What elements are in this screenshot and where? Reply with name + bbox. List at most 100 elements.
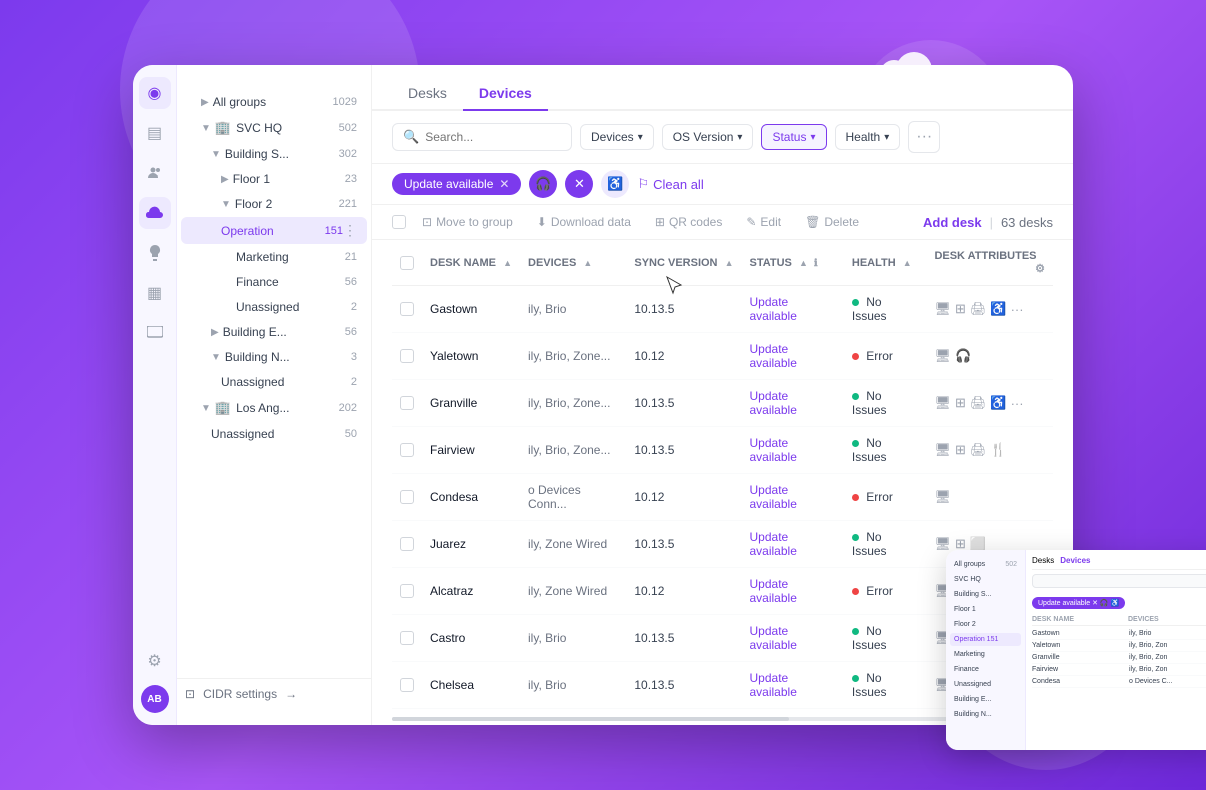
attr-icons: 🖥 ⊞ 🖨 ♿ ···	[934, 395, 1045, 411]
nav-icon-lightbulb[interactable]	[139, 237, 171, 269]
nav-floor2[interactable]: ▼ Floor 2 221	[181, 192, 367, 216]
mini-tabs: Desks Devices	[1032, 556, 1206, 570]
attr-icons: 🖥	[934, 489, 1045, 505]
row-checkbox[interactable]	[400, 584, 414, 598]
nav-all-groups[interactable]: ▶ All groups 1029	[181, 90, 367, 114]
search-box[interactable]: 🔍	[392, 123, 572, 151]
row-health: No Issues	[844, 427, 927, 474]
nav-unassigned-2[interactable]: Unassigned 2	[181, 370, 367, 394]
more-options-btn[interactable]: ···	[908, 121, 940, 153]
row-status: Update available	[742, 662, 844, 709]
filter-os-btn[interactable]: OS Version ▾	[662, 124, 754, 150]
nav-building-e[interactable]: ▶ Building E... 56	[181, 320, 367, 344]
remove-update-tag-icon[interactable]: ✕	[499, 177, 509, 191]
tab-devices[interactable]: Devices	[463, 77, 548, 111]
attr-icons: 🖥 ⊞ 🖨 🍴	[934, 442, 1045, 458]
nav-building-n[interactable]: ▼ Building N... 3	[181, 345, 367, 369]
col-health: HEALTH ▲	[844, 240, 927, 286]
row-checkbox-cell	[392, 333, 422, 380]
status-badge: Update available	[750, 577, 797, 605]
nav-unassigned-1[interactable]: Unassigned 2	[181, 295, 367, 319]
row-devices: ily, Zone Wired	[520, 568, 626, 615]
row-devices: ily, Brio, Zone...	[520, 333, 626, 380]
more-attr-icon[interactable]: ···	[1011, 396, 1024, 411]
row-checkbox-cell	[392, 380, 422, 427]
monitor-attr-icon: 🖥	[934, 395, 951, 411]
tab-desks[interactable]: Desks	[392, 77, 463, 111]
row-checkbox[interactable]	[400, 631, 414, 645]
headset-filter-icon[interactable]: 🎧	[529, 170, 557, 198]
nav-icon-people[interactable]	[139, 157, 171, 189]
filter-status-btn[interactable]: Status ▾	[761, 124, 826, 150]
filter-health-btn[interactable]: Health ▾	[835, 124, 901, 150]
select-all-checkbox[interactable]	[392, 215, 406, 229]
close-filter-icon[interactable]: ✕	[565, 170, 593, 198]
nav-svc-hq[interactable]: ▼ 🏢 SVC HQ 502	[181, 115, 367, 141]
scrollbar-thumb[interactable]	[392, 717, 789, 721]
nav-icon-monitor[interactable]	[139, 317, 171, 349]
table-row: Condesa o Devices Conn... 10.12 Update a…	[392, 474, 1053, 521]
row-devices: ily, Brio, Zone...	[520, 427, 626, 474]
row-status: Update available	[742, 521, 844, 568]
filter-devices-btn[interactable]: Devices ▾	[580, 124, 654, 150]
nav-icon-grid[interactable]: ▦	[139, 277, 171, 309]
mini-row-yaletown: Yaletown ily, Brio, Zon	[1032, 640, 1206, 652]
row-status: Update available	[742, 615, 844, 662]
nav-operation-dots[interactable]: ⋮	[343, 222, 357, 239]
nav-floor2-label: Floor 2	[235, 197, 272, 211]
mini-update-tag: Update available ✕ 🎧 ♿	[1032, 597, 1125, 609]
row-checkbox[interactable]	[400, 443, 414, 457]
row-desk-name: Granville	[422, 380, 520, 427]
monitor-attr-icon: 🖥	[934, 489, 951, 505]
row-desk-name: Alcatraz	[422, 568, 520, 615]
nav-floor1[interactable]: ▶ Floor 1 23	[181, 167, 367, 191]
row-checkbox[interactable]	[400, 302, 414, 316]
row-checkbox[interactable]	[400, 490, 414, 504]
health-text: Error	[866, 349, 893, 363]
col-settings-icon[interactable]: ⚙	[1035, 262, 1045, 275]
update-available-tag[interactable]: Update available ✕	[392, 173, 521, 195]
header-checkbox-input[interactable]	[400, 256, 414, 270]
table-header-row: DESK NAME ▲ DEVICES ▲ SYNC VERSION ▲ S	[392, 240, 1053, 286]
nav-unassigned-3[interactable]: Unassigned 50	[181, 422, 367, 446]
nav-los-ang-count: 202	[339, 402, 357, 414]
row-checkbox[interactable]	[400, 537, 414, 551]
nav-building-s-label: Building S...	[225, 147, 289, 161]
clean-all-btn[interactable]: ⚐ Clean all	[637, 176, 703, 192]
monitor-attr-icon: 🖥	[934, 536, 951, 552]
download-data-label: Download data	[551, 215, 631, 229]
cidr-settings[interactable]: ⊡ CIDR settings →	[177, 678, 371, 709]
row-status: Update available	[742, 709, 844, 714]
nav-icon-settings[interactable]: ⚙	[139, 645, 171, 677]
nav-operation[interactable]: Operation 151 ⋮	[181, 217, 367, 244]
arrow-icon: ▼	[211, 352, 221, 363]
user-avatar[interactable]: AB	[141, 685, 169, 713]
more-attr-icon[interactable]: ···	[1011, 302, 1024, 317]
row-sync-version: 10.12	[626, 333, 741, 380]
row-health: Error	[844, 333, 927, 380]
search-input[interactable]	[425, 130, 561, 144]
nav-los-ang[interactable]: ▼ 🏢 Los Ang... 202	[181, 395, 367, 421]
nav-marketing[interactable]: Marketing 21	[181, 245, 367, 269]
nav-icon-cloud[interactable]	[139, 197, 171, 229]
nav-building-s[interactable]: ▼ Building S... 302	[181, 142, 367, 166]
add-desk-btn[interactable]: Add desk	[923, 215, 982, 230]
nav-all-groups-count: 1029	[333, 96, 357, 108]
nav-icon-home[interactable]: ◉	[139, 77, 171, 109]
row-checkbox[interactable]	[400, 678, 414, 692]
edit-btn: ✎ Edit	[738, 211, 789, 233]
row-status: Update available	[742, 333, 844, 380]
row-checkbox[interactable]	[400, 396, 414, 410]
mini-row-fairview: Fairview ily, Brio, Zon	[1032, 664, 1206, 676]
accessible-filter-icon[interactable]: ♿	[601, 170, 629, 198]
mini-sidebar: All groups 502 SVC HQ Building S... Floo…	[946, 550, 1026, 750]
cidr-arrow: →	[285, 687, 297, 701]
sort-icon: ▲	[799, 258, 808, 268]
mini-nav-unassigned: Unassigned	[950, 678, 1021, 691]
nav-icon-layers[interactable]: ▤	[139, 117, 171, 149]
nav-finance[interactable]: Finance 56	[181, 270, 367, 294]
nav-building-n-count: 3	[351, 351, 357, 363]
row-health: No Issues	[844, 521, 927, 568]
info-icon: ℹ	[814, 258, 818, 269]
row-checkbox[interactable]	[400, 349, 414, 363]
